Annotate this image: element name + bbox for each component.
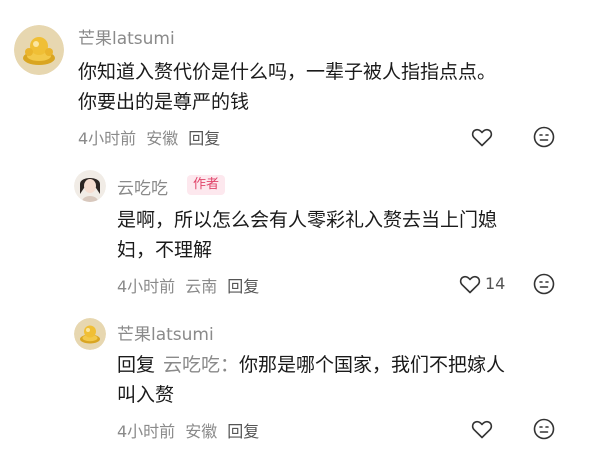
- comment-meta: 4小时前 安徽 回复: [117, 418, 259, 442]
- like-count: 14: [485, 274, 506, 293]
- neutral-face-icon[interactable]: [532, 272, 556, 296]
- comment-meta: 4小时前 云南 回复: [117, 273, 259, 297]
- avatar[interactable]: [14, 25, 64, 75]
- reply-button[interactable]: 回复: [227, 277, 259, 296]
- comment-text-segment: 你那是哪个国家，我们不把嫁人: [239, 354, 506, 376]
- username[interactable]: 芒果latsumi: [117, 320, 214, 345]
- heart-outline-icon[interactable]: [470, 417, 494, 441]
- comment-text: 回复 云吃吃：你那是哪个国家，我们不把嫁人 叫入赘: [117, 350, 567, 410]
- location: 云南: [185, 277, 218, 296]
- reply-mention-user[interactable]: 云吃吃：: [163, 354, 239, 376]
- comment-text-line: 你要出的是尊严的钱: [78, 91, 250, 113]
- location: 安徽: [185, 422, 218, 441]
- comment-text-line: 妇，不理解: [117, 239, 213, 261]
- author-badge: 作者: [187, 175, 226, 195]
- gold-ingot-avatar-icon: [74, 318, 106, 350]
- username[interactable]: 云吃吃: [117, 174, 168, 199]
- reply-button[interactable]: 回复: [188, 129, 220, 148]
- avatar[interactable]: [74, 318, 106, 350]
- comment-text: 是啊，所以怎么会有人零彩礼入赘去当上门媳 妇，不理解: [117, 205, 567, 265]
- comment-text-line: 叫入赘: [117, 384, 175, 406]
- comment-text-line: 你知道入赘代价是什么吗，一辈子被人指指点点。: [78, 61, 497, 83]
- reply-button[interactable]: 回复: [227, 422, 259, 441]
- comment-text: 你知道入赘代价是什么吗，一辈子被人指指点点。 你要出的是尊严的钱: [78, 57, 558, 117]
- timestamp: 4小时前: [117, 277, 176, 296]
- timestamp: 4小时前: [117, 422, 176, 441]
- portrait-avatar-icon: [74, 170, 106, 202]
- location: 安徽: [146, 129, 179, 148]
- timestamp: 4小时前: [78, 129, 137, 148]
- comment-text-line: 是啊，所以怎么会有人零彩礼入赘去当上门媳: [117, 209, 498, 231]
- comment-meta: 4小时前 安徽 回复: [78, 125, 220, 149]
- avatar[interactable]: [74, 170, 106, 202]
- heart-outline-icon[interactable]: [458, 272, 482, 296]
- neutral-face-icon[interactable]: [532, 417, 556, 441]
- reply-prefix: 回复: [117, 354, 156, 376]
- gold-ingot-avatar-icon: [14, 25, 64, 75]
- username[interactable]: 芒果latsumi: [78, 24, 175, 49]
- neutral-face-icon[interactable]: [532, 125, 556, 149]
- heart-outline-icon[interactable]: [470, 125, 494, 149]
- comment-text-line: 回复 云吃吃：你那是哪个国家，我们不把嫁人: [117, 350, 567, 380]
